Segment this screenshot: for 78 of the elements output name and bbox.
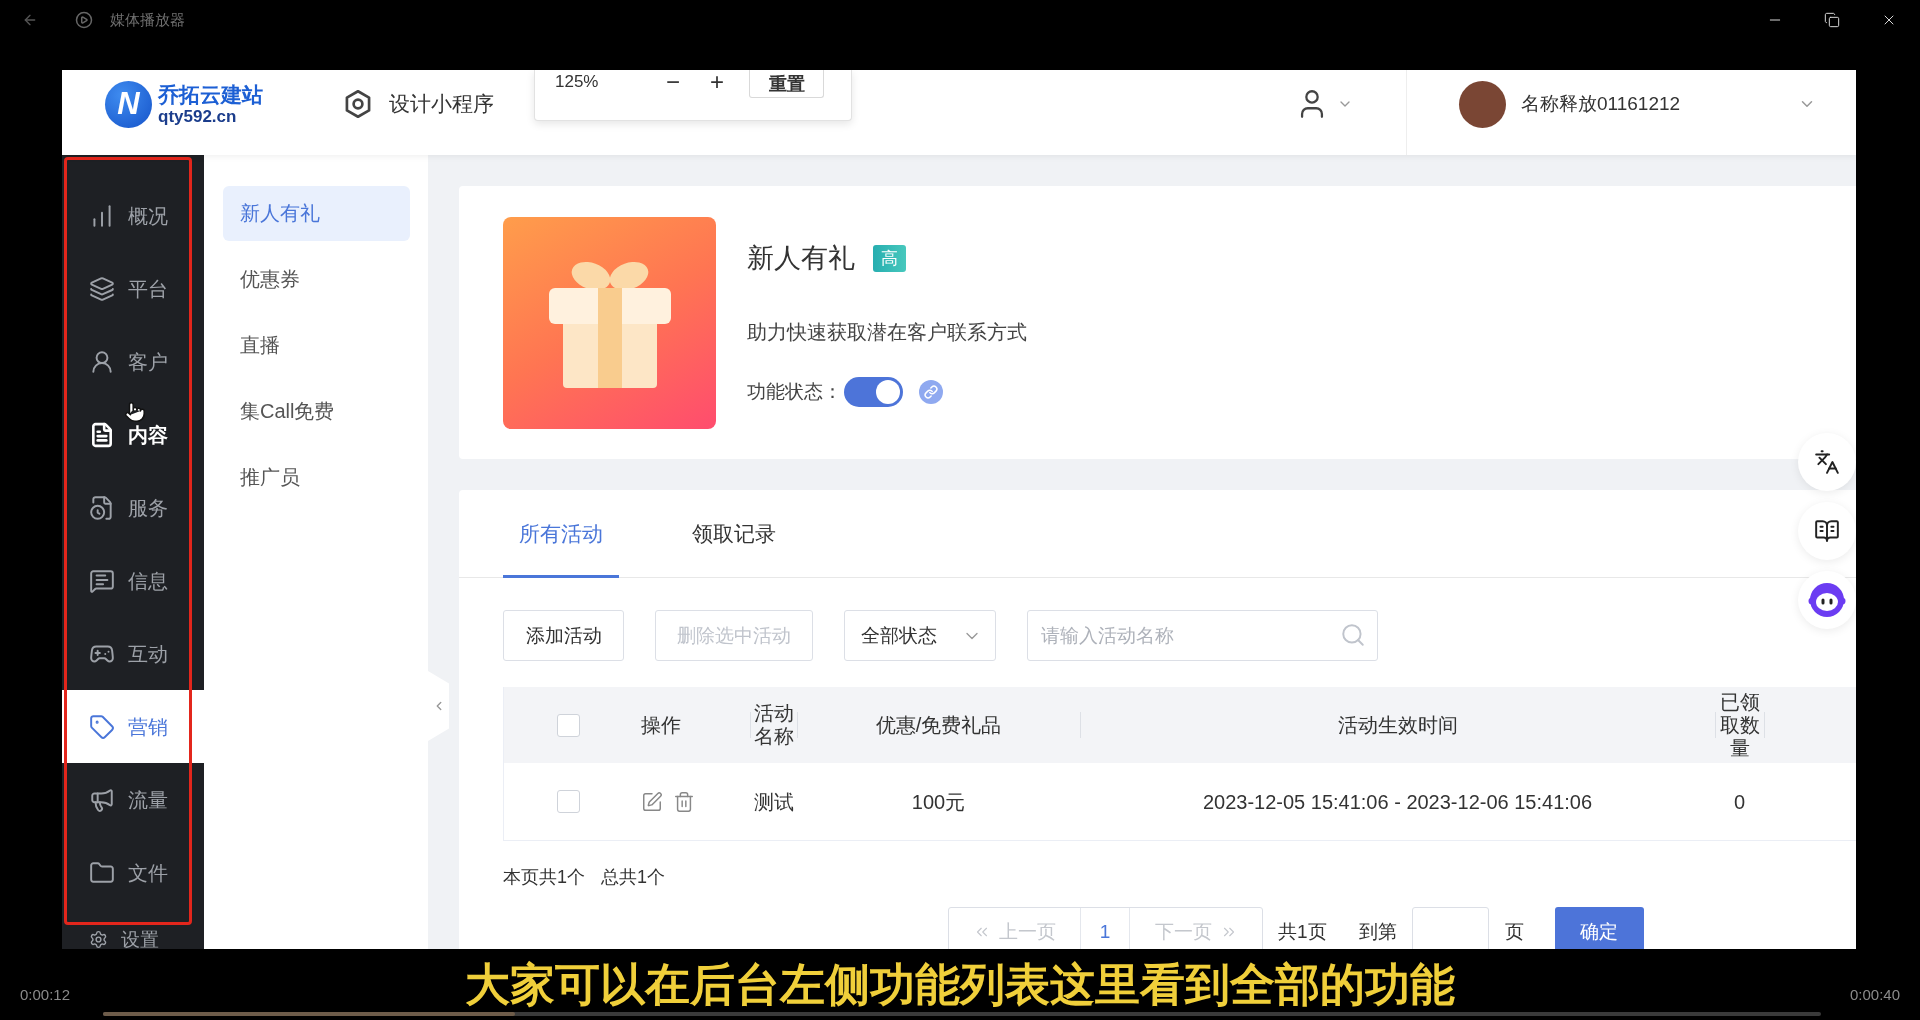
logo-mark: N: [105, 80, 152, 128]
confirm-button[interactable]: 确定: [1554, 907, 1644, 949]
total-time: 0:00:40: [1849, 985, 1900, 1003]
play-circle-icon: [75, 11, 93, 29]
table-cell: 2023-12-05 15:41:06 - 2023-12-06 15:41:06: [1202, 789, 1593, 814]
feature-description: 助力快速获取潜在客户联系方式: [747, 320, 1027, 345]
person-icon: [89, 348, 115, 375]
column-header: 操作: [641, 713, 681, 737]
column-header: 活动名称: [752, 702, 795, 748]
message-icon: [89, 567, 115, 594]
table-cell: 100元: [911, 789, 966, 814]
account-name: 名称释放01161212: [1521, 92, 1681, 116]
tab[interactable]: 所有活动: [503, 490, 619, 578]
column-header: 活动生效时间: [1337, 713, 1458, 737]
edit-icon[interactable]: [641, 790, 663, 813]
megaphone-icon: [89, 786, 115, 813]
folder-icon: [89, 859, 115, 886]
zoom-out-button[interactable]: −: [656, 70, 690, 94]
page-number-button[interactable]: 1: [1080, 908, 1129, 949]
total-pages-label: 共1页: [1278, 920, 1327, 944]
reset-button[interactable]: 重置: [749, 70, 824, 98]
logo-name: 乔拓云建站: [158, 81, 263, 107]
restore-icon[interactable]: [1824, 12, 1840, 28]
search-field[interactable]: 请输入活动名称: [1027, 610, 1378, 661]
zoom-value: 125%: [555, 71, 600, 93]
checkbox[interactable]: [556, 790, 580, 813]
status-select[interactable]: 全部状态: [844, 610, 996, 661]
document-clock-icon: [89, 494, 115, 521]
subtitle-text: 大家可以在后台左侧功能列表这里看到全部的功能: [465, 961, 1455, 1009]
nav-item[interactable]: 流量: [62, 763, 204, 836]
settings-icon: [89, 930, 108, 949]
hexagon-icon: [344, 90, 372, 118]
back-icon[interactable]: [22, 12, 38, 28]
checkbox[interactable]: [556, 713, 580, 737]
avatar-placeholder: [1459, 80, 1506, 128]
page-input-field[interactable]: [1411, 907, 1489, 949]
nav-item[interactable]: 文件: [62, 836, 204, 909]
submenu-item[interactable]: 新人有礼: [223, 186, 410, 241]
page-item-count: 本页共1个: [503, 866, 585, 889]
link-icon[interactable]: [919, 380, 943, 404]
status-label: 功能状态：: [747, 380, 842, 404]
tag-icon: [89, 713, 115, 740]
tab[interactable]: 领取记录: [676, 490, 792, 578]
submenu-item[interactable]: 推广员: [223, 450, 410, 505]
submenu-item[interactable]: 直播: [223, 318, 410, 373]
nav-item[interactable]: 平台: [62, 252, 204, 325]
column-header: 优惠/免费礼品: [875, 713, 1002, 737]
gift-icon: [503, 217, 716, 429]
nav-item[interactable]: 概况: [62, 179, 204, 252]
progress-track[interactable]: [103, 1012, 1821, 1016]
total-count: 总共1个: [601, 866, 666, 889]
nav-item[interactable]: 营销: [62, 690, 204, 763]
elapsed-time: 0:00:12: [20, 985, 71, 1003]
table-cell: 0: [1733, 789, 1746, 814]
submenu-item[interactable]: 优惠券: [223, 252, 410, 307]
window-title: 媒体播放器: [110, 10, 185, 30]
document-icon: [89, 421, 115, 448]
feature-title: 新人有礼: [747, 242, 855, 275]
logo-domain: qty592.cn: [158, 106, 238, 127]
tier-badge: 高: [873, 244, 906, 272]
nav-item[interactable]: 客户: [62, 325, 204, 398]
table-cell: 测试: [753, 789, 794, 814]
nav-item[interactable]: 服务: [62, 471, 204, 544]
page-suffix-label: 页: [1504, 920, 1524, 944]
toggle-switch[interactable]: [844, 377, 903, 407]
hand-cursor-icon: [124, 401, 146, 423]
add-activity-button[interactable]: 添加活动: [503, 610, 624, 661]
nav-item[interactable]: 互动: [62, 617, 204, 690]
zoom-in-button[interactable]: +: [700, 70, 734, 94]
goto-label: 到第: [1358, 920, 1397, 944]
layers-icon: [89, 275, 115, 302]
nav-item[interactable]: 信息: [62, 544, 204, 617]
nav-item[interactable]: 内容: [62, 398, 204, 471]
column-header: 已领取数量: [1718, 690, 1761, 760]
design-program-link[interactable]: 设计小程序: [344, 90, 494, 118]
submenu-item[interactable]: 集Call免费: [223, 384, 410, 439]
trash-icon[interactable]: [673, 790, 695, 813]
nav-item[interactable]: 设置: [62, 909, 204, 949]
